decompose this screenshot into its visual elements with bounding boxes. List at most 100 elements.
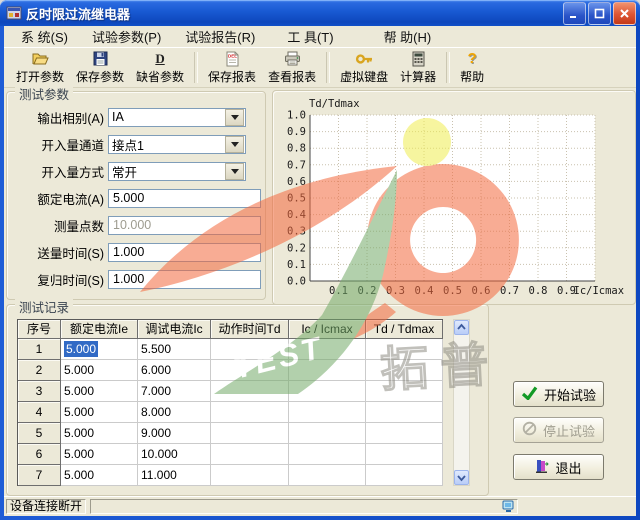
table-header-row: 序号额定电流Ie调试电流Ic动作时间TdIc / IcmaxTd / Tdmax (18, 320, 443, 339)
toolbar-button-1[interactable]: 保存参数 (70, 49, 130, 87)
window-title: 反时限过流继电器 (26, 4, 561, 23)
svg-text:Ic/Icmax: Ic/Icmax (574, 285, 625, 297)
table-cell[interactable] (211, 444, 289, 465)
table-row: 25.0006.000 (18, 360, 443, 381)
svg-text:0.5: 0.5 (443, 285, 462, 297)
param-row-1: 开入量通道接点1 (7, 134, 265, 154)
test-records-title: 测试记录 (15, 297, 73, 316)
td-tdmax-chart: 0.00.10.20.30.40.50.60.70.80.91.00.10.20… (274, 92, 634, 308)
menu-item-4[interactable]: 帮 助(H) (375, 25, 441, 48)
table-cell[interactable] (289, 339, 366, 360)
table-cell[interactable] (211, 402, 289, 423)
menu-item-3[interactable]: 工 具(T) (278, 25, 342, 48)
toolbar-separator (326, 52, 330, 83)
chevron-down-icon[interactable] (225, 163, 244, 180)
table-cell[interactable] (211, 360, 289, 381)
table-cell[interactable] (289, 381, 366, 402)
table-cell[interactable] (211, 465, 289, 486)
svg-text:0.6: 0.6 (472, 285, 491, 297)
row-header-cell[interactable]: 6 (18, 444, 61, 465)
row-header-cell[interactable]: 4 (18, 402, 61, 423)
test-params-title: 测试参数 (15, 84, 73, 103)
svg-text:0.2: 0.2 (287, 242, 306, 254)
table-cell[interactable]: 5.000 (61, 360, 138, 381)
table-row: 75.00011.000 (18, 465, 443, 486)
table-cell[interactable]: 7.000 (138, 381, 211, 402)
toolbar-button-2[interactable]: D缺省参数 (130, 49, 190, 87)
scroll-up-button[interactable] (454, 320, 469, 335)
param-combo-2[interactable]: 常开 (108, 162, 246, 181)
param-row-3: 额定电流(A)5.000 (7, 188, 265, 208)
param-edit-6[interactable]: 1.000 (108, 270, 261, 289)
param-edit-3[interactable]: 5.000 (108, 189, 261, 208)
toolbar-button-4[interactable]: 查看报表 (262, 49, 322, 87)
table-cell[interactable] (211, 423, 289, 444)
table-cell[interactable] (289, 465, 366, 486)
table-cell[interactable] (211, 339, 289, 360)
param-label: 测量点数 (7, 216, 104, 235)
table-cell[interactable] (366, 402, 443, 423)
row-header-cell[interactable]: 3 (18, 381, 61, 402)
table-cell[interactable]: 5.500 (138, 339, 211, 360)
column-header-0: 序号 (18, 320, 61, 339)
table-cell[interactable]: 9.000 (138, 423, 211, 444)
key-icon (355, 50, 373, 67)
toolbar-button-6[interactable]: 计算器 (394, 49, 442, 87)
menu-item-2[interactable]: 试验报告(R) (176, 25, 264, 48)
table-cell[interactable] (366, 381, 443, 402)
records-scrollbar[interactable] (453, 319, 470, 486)
param-combo-0[interactable]: IA (108, 108, 246, 127)
row-header-cell[interactable]: 1 (18, 339, 61, 360)
table-cell[interactable] (211, 381, 289, 402)
table-cell[interactable] (366, 465, 443, 486)
table-cell[interactable]: 5.000 (61, 339, 138, 360)
close-button[interactable] (613, 2, 636, 25)
table-cell[interactable] (289, 444, 366, 465)
scroll-down-button[interactable] (454, 470, 469, 485)
param-label: 送量时间(S) (7, 243, 104, 262)
menu-item-1[interactable]: 试验参数(P) (83, 25, 170, 48)
param-combo-1[interactable]: 接点1 (108, 135, 246, 154)
maximize-button[interactable] (588, 2, 611, 25)
table-cell[interactable]: 10.000 (138, 444, 211, 465)
table-cell[interactable] (289, 360, 366, 381)
svg-text:0.3: 0.3 (287, 226, 306, 238)
row-header-cell[interactable]: 7 (18, 465, 61, 486)
toolbar-button-5[interactable]: 虚拟键盘 (334, 49, 394, 87)
row-header-cell[interactable]: 2 (18, 360, 61, 381)
floppy-disk-icon (93, 50, 108, 67)
param-edit-5[interactable]: 1.000 (108, 243, 261, 262)
table-cell[interactable]: 8.000 (138, 402, 211, 423)
toolbar-button-3[interactable]: DEL保存报表 (202, 49, 262, 87)
table-cell[interactable] (289, 423, 366, 444)
table-cell[interactable]: 5.000 (61, 465, 138, 486)
table-cell[interactable] (366, 360, 443, 381)
toolbar-button-7[interactable]: ?帮助 (454, 49, 490, 87)
toolbar-button-0[interactable]: 打开参数 (10, 49, 70, 87)
svg-text:0.6: 0.6 (287, 176, 306, 188)
action-button-label: 退出 (555, 458, 581, 477)
start-test-button[interactable]: 开始试验 (513, 381, 604, 407)
param-label: 开入量通道 (7, 135, 104, 154)
table-cell[interactable] (366, 444, 443, 465)
minimize-button[interactable] (563, 2, 586, 25)
chevron-down-icon[interactable] (225, 109, 244, 126)
menu-item-0[interactable]: 系 统(S) (12, 25, 77, 48)
open-folder-icon (32, 50, 49, 67)
table-cell[interactable]: 5.000 (61, 402, 138, 423)
table-cell[interactable] (289, 402, 366, 423)
table-cell[interactable] (366, 423, 443, 444)
row-header-cell[interactable]: 5 (18, 423, 61, 444)
table-cell[interactable] (366, 339, 443, 360)
table-cell[interactable]: 5.000 (61, 381, 138, 402)
combo-value: 接点1 (109, 135, 144, 154)
app-icon (6, 5, 22, 21)
table-cell[interactable]: 5.000 (61, 444, 138, 465)
table-row: 55.0009.000 (18, 423, 443, 444)
chevron-down-icon[interactable] (225, 136, 244, 153)
exit-button[interactable]: 退出 (513, 454, 604, 480)
table-cell[interactable]: 6.000 (138, 360, 211, 381)
table-cell[interactable]: 11.000 (138, 465, 211, 486)
table-cell[interactable]: 5.000 (61, 423, 138, 444)
exit-icon (535, 458, 549, 477)
